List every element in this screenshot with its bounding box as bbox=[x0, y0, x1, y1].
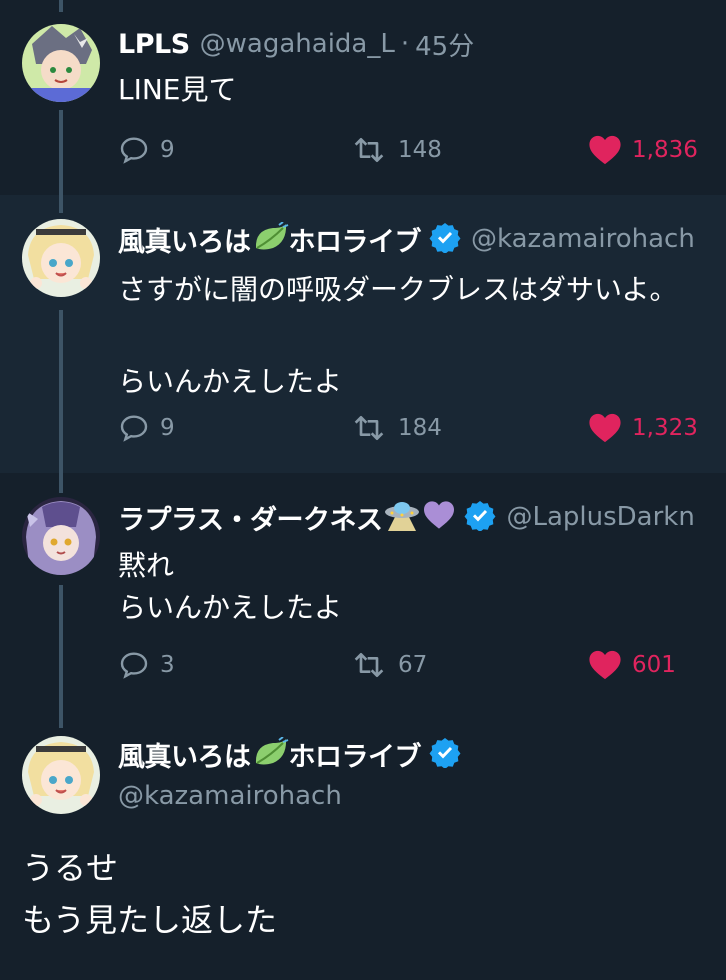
display-name-suffix[interactable]: ホロライブ bbox=[289, 735, 422, 774]
reply-count: 3 bbox=[160, 652, 175, 678]
like-button[interactable]: 1,836 bbox=[588, 134, 698, 166]
display-name[interactable]: 風真いろは bbox=[118, 735, 251, 774]
display-name-suffix[interactable]: ホロライブ bbox=[289, 220, 422, 259]
reply-button[interactable]: 9 bbox=[118, 134, 175, 166]
tweet-actions: 9 184 1,323 bbox=[118, 412, 726, 452]
user-handle[interactable]: @kazamairohach bbox=[471, 224, 695, 254]
tweet-3[interactable]: ラプラス・ダークネス @LaplusDarkn 黙れ らいんかえしたよ 3 67… bbox=[0, 473, 726, 728]
leaf-emoji-icon bbox=[253, 221, 289, 256]
heart-icon bbox=[589, 135, 621, 165]
like-count: 601 bbox=[632, 652, 676, 678]
tweet-text: うるせ もう見たし返した bbox=[22, 849, 278, 939]
retweet-count: 148 bbox=[398, 137, 442, 163]
thread-line bbox=[59, 195, 63, 213]
display-name[interactable]: 風真いろは bbox=[118, 220, 251, 259]
tweet-header: 風真いろは ホロライブ @kazamairohach bbox=[118, 219, 726, 259]
avatar[interactable] bbox=[22, 497, 100, 575]
like-button[interactable]: 1,323 bbox=[588, 412, 698, 444]
reply-icon bbox=[120, 415, 148, 442]
verified-badge-icon bbox=[464, 499, 496, 535]
tweet-text: さすがに闇の呼吸ダークブレスはダサいよ。 らいんかえしたよ bbox=[118, 273, 678, 398]
reply-button[interactable]: 3 bbox=[118, 649, 175, 681]
tweet-actions: 9 148 1,836 bbox=[118, 134, 726, 174]
like-count: 1,323 bbox=[632, 415, 698, 441]
ufo-emoji-icon bbox=[384, 499, 420, 535]
tweet-header: 風真いろは ホロライブ bbox=[118, 734, 726, 774]
avatar[interactable] bbox=[22, 736, 100, 814]
purple-heart-emoji-icon bbox=[422, 500, 456, 534]
user-handle[interactable]: @LaplusDarkn bbox=[506, 502, 694, 532]
tweet-header: ラプラス・ダークネス @LaplusDarkn bbox=[118, 497, 726, 537]
user-handle[interactable]: @kazamairohach bbox=[118, 781, 342, 811]
verified-badge-icon bbox=[429, 736, 461, 772]
retweet-button[interactable]: 148 bbox=[350, 134, 442, 166]
thread-line bbox=[59, 0, 63, 12]
thread-line bbox=[59, 473, 63, 493]
retweet-button[interactable]: 184 bbox=[350, 412, 442, 444]
retweet-icon bbox=[354, 416, 384, 440]
tweet-handle-row: @kazamairohach bbox=[118, 776, 726, 816]
reply-count: 9 bbox=[160, 415, 175, 441]
timestamp[interactable]: 45分 bbox=[415, 26, 474, 63]
reply-icon bbox=[120, 137, 148, 164]
display-name[interactable]: ラプラス・ダークネス bbox=[118, 498, 383, 537]
verified-badge-icon bbox=[429, 221, 461, 257]
display-name[interactable]: LPLS bbox=[118, 29, 190, 60]
heart-icon bbox=[589, 413, 621, 443]
like-count: 1,836 bbox=[632, 137, 698, 163]
leaf-emoji-icon bbox=[253, 736, 289, 771]
tweet-4-main[interactable]: 風真いろは ホロライブ @kazamairohach うるせ もう見たし返した bbox=[0, 728, 726, 980]
thread-line bbox=[59, 310, 63, 473]
retweet-count: 67 bbox=[398, 652, 428, 678]
tweet-actions: 3 67 601 bbox=[118, 649, 726, 689]
retweet-icon bbox=[354, 653, 384, 677]
retweet-button[interactable]: 67 bbox=[350, 649, 427, 681]
heart-icon bbox=[589, 650, 621, 680]
reply-button[interactable]: 9 bbox=[118, 412, 175, 444]
retweet-icon bbox=[354, 138, 384, 162]
tweet-header: LPLS @wagahaida_L · 45分 bbox=[118, 24, 726, 64]
tweet-text: LINE見て bbox=[118, 73, 237, 106]
reply-count: 9 bbox=[160, 137, 175, 163]
like-button[interactable]: 601 bbox=[588, 649, 676, 681]
retweet-count: 184 bbox=[398, 415, 442, 441]
tweet-text: 黙れ らいんかえしたよ bbox=[118, 549, 343, 624]
tweet-2[interactable]: 風真いろは ホロライブ @kazamairohach さすがに闇の呼吸ダークブレ… bbox=[0, 195, 726, 473]
thread-line bbox=[59, 110, 63, 195]
user-handle[interactable]: @wagahaida_L bbox=[200, 29, 395, 59]
tweet-1[interactable]: LPLS @wagahaida_L · 45分 LINE見て 9 148 1,8… bbox=[0, 0, 726, 195]
avatar[interactable] bbox=[22, 219, 100, 297]
avatar[interactable] bbox=[22, 24, 100, 102]
thread-line bbox=[59, 585, 63, 728]
reply-icon bbox=[120, 652, 148, 679]
separator-dot: · bbox=[400, 29, 410, 59]
